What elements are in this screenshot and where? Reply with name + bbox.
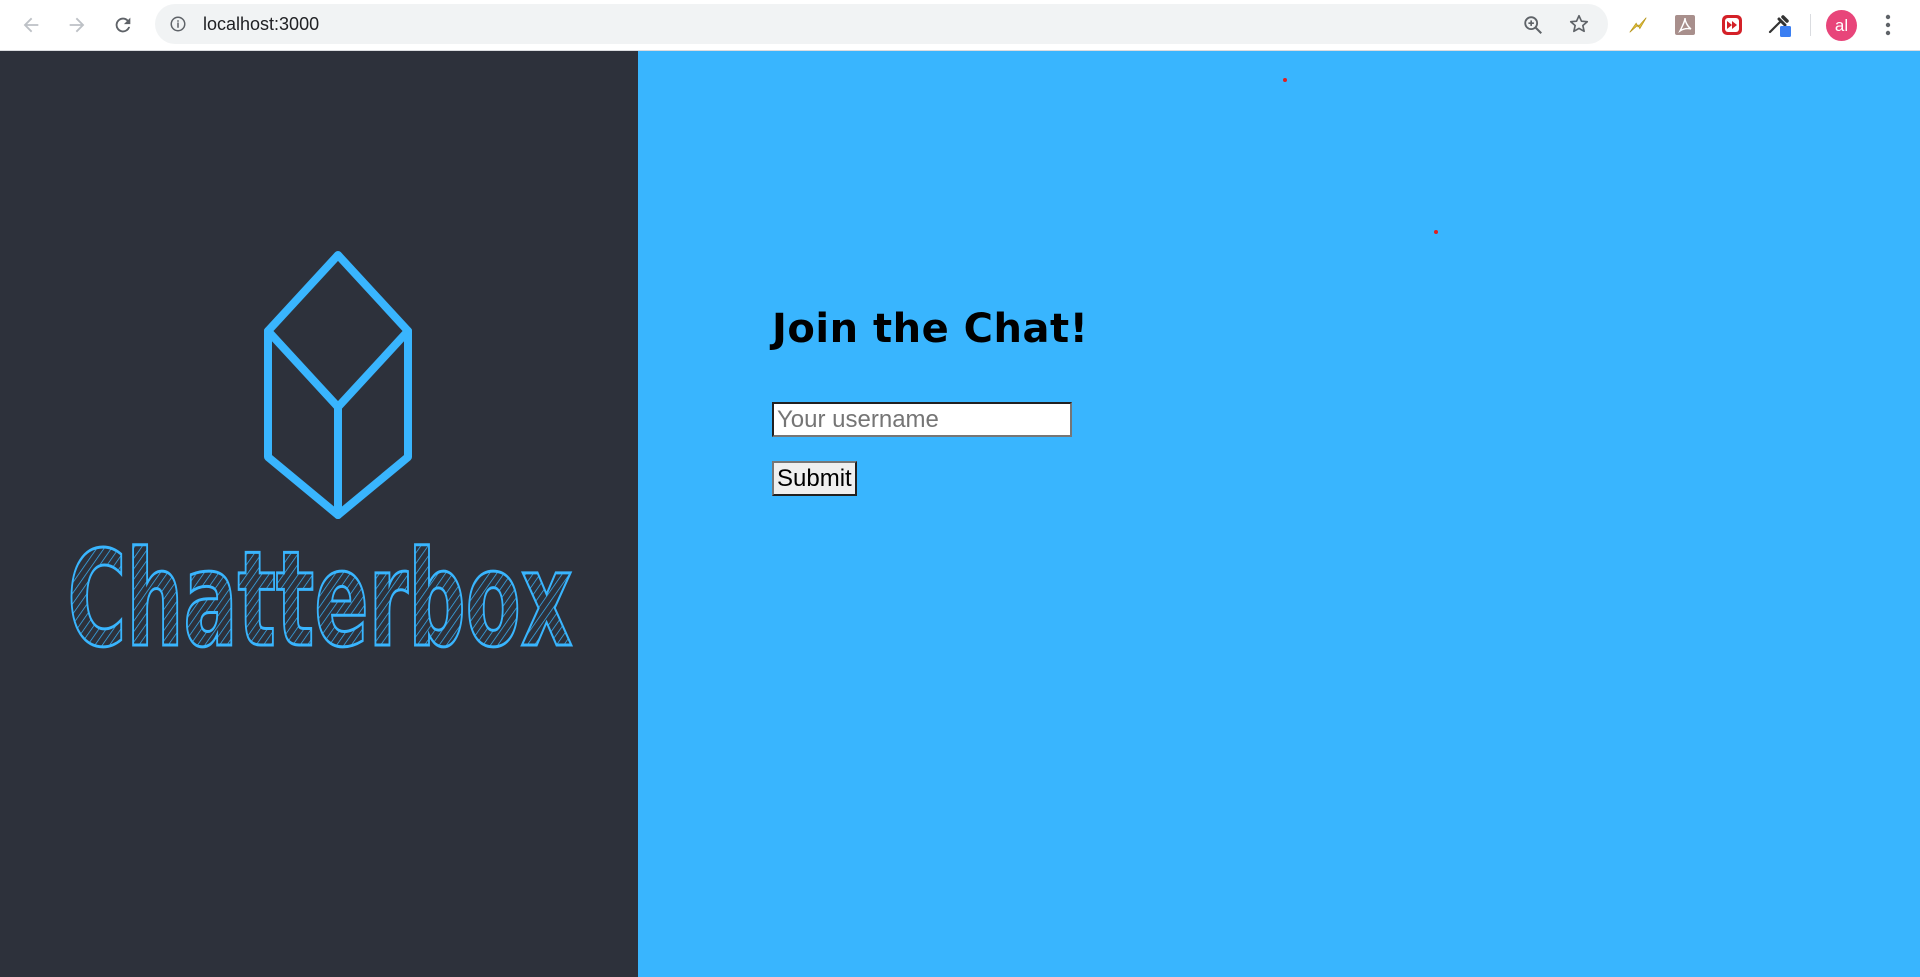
- chatterbox-wordmark: Chatterbox: [66, 527, 574, 667]
- branding-panel: Chatterbox: [0, 51, 638, 977]
- star-icon[interactable]: [1568, 13, 1590, 35]
- svg-text:Chatterbox: Chatterbox: [68, 527, 573, 667]
- url-text[interactable]: localhost:3000: [203, 4, 319, 44]
- join-form: Join the Chat! Submit: [772, 306, 1089, 496]
- info-icon[interactable]: [169, 15, 187, 33]
- join-panel: [638, 51, 1920, 977]
- forward-button[interactable]: [62, 10, 92, 40]
- kebab-menu-icon[interactable]: [1878, 12, 1898, 38]
- cube-logo-icon: [264, 251, 412, 519]
- eyedropper-extension-icon[interactable]: [1766, 12, 1792, 38]
- reload-icon: [115, 17, 131, 33]
- zoom-in-icon[interactable]: [1522, 14, 1544, 36]
- arrow-right-icon: [69, 17, 85, 33]
- red-dot-marker: [1434, 230, 1438, 234]
- reload-button[interactable]: [108, 10, 138, 40]
- arrow-left-icon: [23, 17, 39, 33]
- profile-avatar[interactable]: al: [1826, 10, 1857, 41]
- toolbar-divider: [1810, 14, 1811, 36]
- red-dot-marker: [1283, 78, 1287, 82]
- lightning-extension-icon[interactable]: [1625, 12, 1651, 38]
- username-input[interactable]: [772, 402, 1072, 437]
- page-title: Join the Chat!: [772, 306, 1089, 352]
- forward-extension-icon[interactable]: [1719, 12, 1745, 38]
- address-bar[interactable]: localhost:3000: [155, 4, 1608, 44]
- submit-button[interactable]: Submit: [772, 461, 857, 496]
- back-button[interactable]: [16, 10, 46, 40]
- page-content: Chatterbox Join the Chat! Submit: [0, 51, 1920, 977]
- browser-toolbar: localhost:3000 al: [0, 0, 1920, 51]
- pdf-extension-icon[interactable]: [1672, 12, 1698, 38]
